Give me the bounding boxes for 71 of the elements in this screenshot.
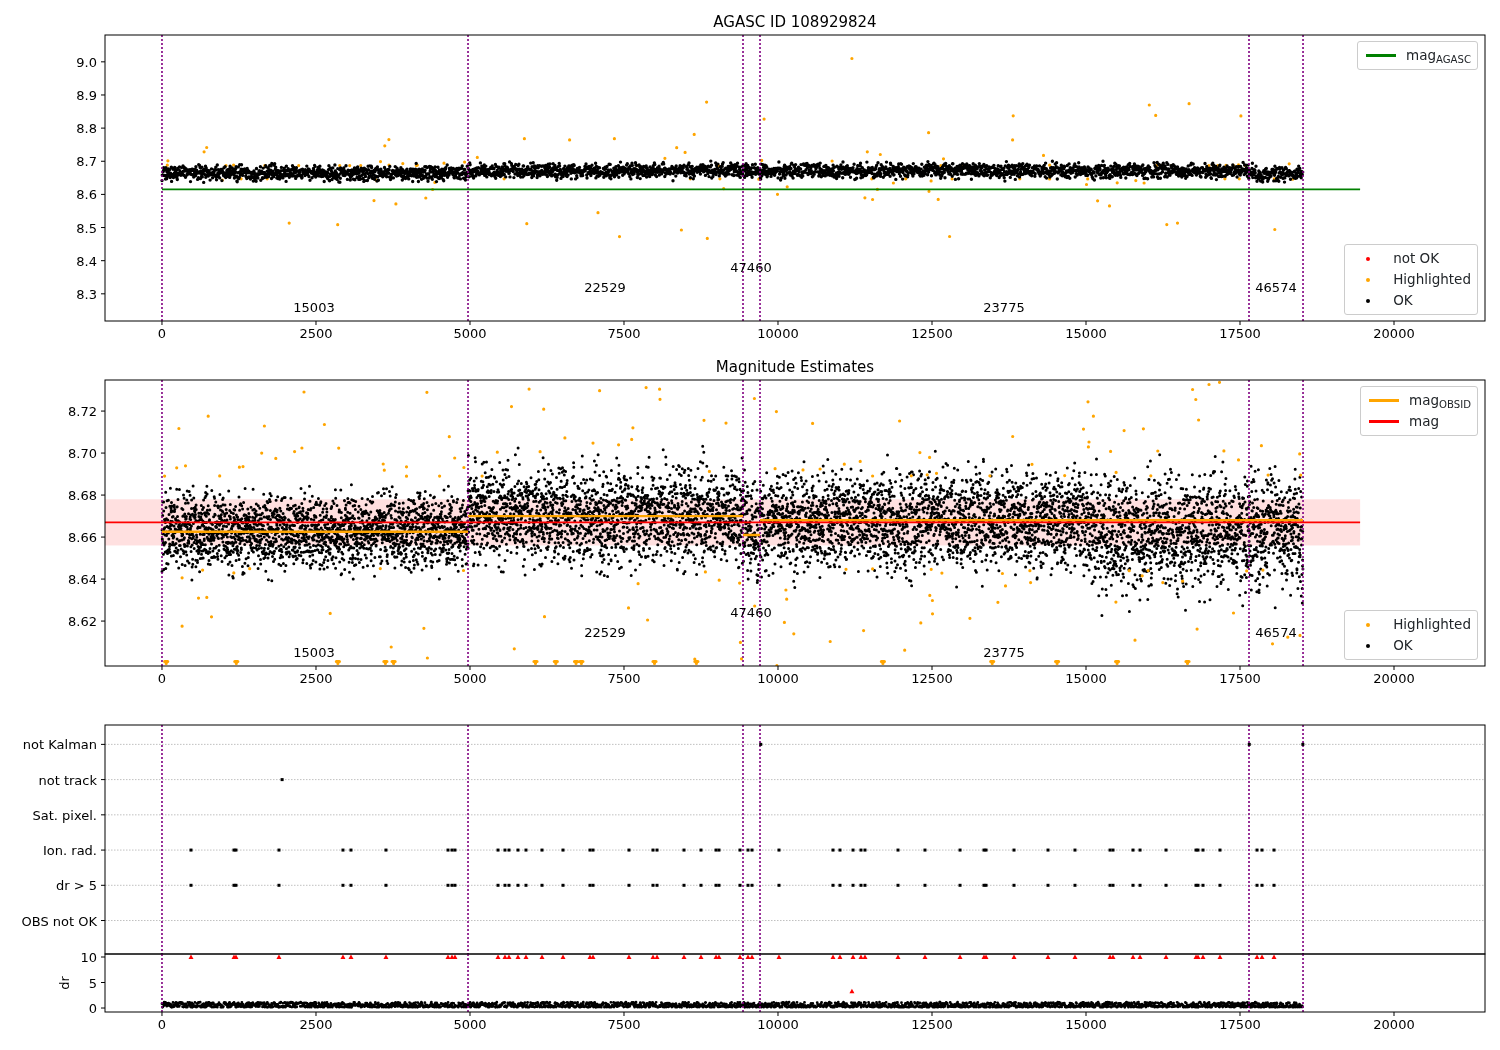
tick-label: 5000 — [453, 326, 487, 341]
tick-label: 2500 — [299, 671, 333, 686]
tick-label: 5000 — [453, 1017, 487, 1032]
tick-label: 10000 — [757, 1017, 799, 1032]
tick-label: 15000 — [1065, 326, 1107, 341]
tick-label: 8.7 — [76, 154, 97, 170]
tick-label: 8.6 — [76, 187, 97, 203]
tick-label: 0 — [157, 671, 167, 686]
tick-label: 8.70 — [68, 446, 97, 462]
tick-label: 15000 — [1065, 1017, 1107, 1032]
tick-label: not track — [38, 772, 97, 788]
obsid-label: 15003 — [293, 645, 335, 660]
tick-label: 17500 — [1219, 326, 1261, 341]
tick-label: 5000 — [453, 671, 487, 686]
tick-label: 8.8 — [76, 121, 97, 137]
tick-label: Ion. rad. — [43, 843, 97, 859]
obsid-label: 47460 — [730, 260, 772, 275]
tick-label: 12500 — [911, 326, 953, 341]
tick-label: 8.9 — [76, 88, 97, 103]
tick-label: 0 — [88, 1001, 97, 1016]
tick-label: 8.3 — [76, 286, 97, 302]
tick-label: 8.64 — [68, 572, 97, 588]
tick-label: 7500 — [607, 326, 641, 341]
legend-label: mag$_{OBSID}$ — [1409, 391, 1471, 411]
tick-label: 8.4 — [76, 253, 97, 269]
tick-label: 2500 — [299, 326, 333, 341]
obsid-label: 23775 — [983, 645, 1025, 660]
chart-title: AGASC ID 108929824 — [713, 13, 877, 31]
tick-label: 0 — [157, 326, 167, 341]
obsid-label: 22529 — [584, 280, 626, 295]
tick-label: 5 — [88, 975, 97, 991]
tick-label: 20000 — [1373, 1017, 1415, 1032]
obsid-label: 15003 — [293, 300, 335, 315]
obsid-label: 46574 — [1255, 280, 1297, 295]
tick-label: 10 — [80, 950, 97, 965]
obsid-label: 46574 — [1255, 625, 1297, 640]
tick-label: not Kalman — [22, 737, 97, 753]
axis-label: dr — [57, 976, 72, 990]
chart-title: Magnitude Estimates — [715, 358, 875, 376]
tick-label: 20000 — [1373, 671, 1415, 686]
tick-label: 15000 — [1065, 671, 1107, 686]
tick-label: 17500 — [1219, 671, 1261, 686]
tick-label: Sat. pixel. — [32, 807, 97, 823]
obsid-label: 23775 — [983, 300, 1025, 315]
tick-label: 10000 — [757, 326, 799, 341]
legend-label: not OK — [1393, 249, 1440, 268]
obsid-label: 22529 — [584, 625, 626, 640]
tick-label: 8.62 — [68, 614, 97, 630]
legend-label: OK — [1393, 291, 1413, 310]
tick-label: 8.66 — [68, 530, 97, 546]
legend-label: mag — [1409, 412, 1440, 431]
tick-label: 9.0 — [76, 54, 97, 70]
tick-label: 7500 — [607, 671, 641, 686]
tick-label: 17500 — [1219, 1017, 1261, 1032]
legend-label: Highlighted — [1393, 270, 1471, 289]
tick-label: 10000 — [757, 671, 799, 686]
tick-label: 20000 — [1373, 326, 1415, 341]
tick-label: 7500 — [607, 1017, 641, 1032]
tick-label: 8.5 — [76, 220, 97, 236]
legend-label: mag$_{AGASC}$ — [1406, 46, 1471, 66]
obsid-label: 47460 — [730, 605, 772, 620]
tick-label: 0 — [157, 1017, 167, 1032]
tick-label: dr > 5 — [55, 878, 97, 894]
legend-label: Highlighted — [1393, 615, 1471, 634]
tick-label: OBS not OK — [21, 913, 97, 929]
tick-label: 12500 — [911, 1017, 953, 1032]
tick-label: 12500 — [911, 671, 953, 686]
tick-label: 2500 — [299, 1017, 333, 1032]
legend-label: OK — [1393, 636, 1413, 655]
tick-label: 8.72 — [68, 404, 97, 420]
tick-label: 8.68 — [68, 488, 97, 504]
